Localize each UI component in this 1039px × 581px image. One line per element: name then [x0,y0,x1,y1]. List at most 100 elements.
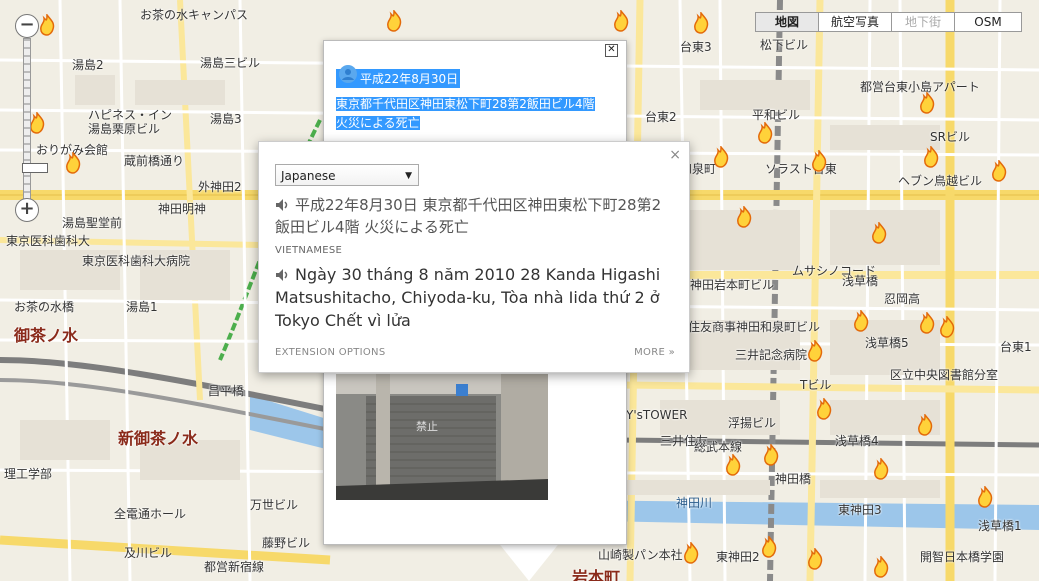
fire-marker-icon[interactable] [64,152,82,174]
extension-options-link[interactable]: EXTENSION OPTIONS [275,347,386,358]
fire-marker-icon[interactable] [852,310,870,332]
fire-marker-icon[interactable] [735,206,753,228]
map-label: 理工学部 [4,467,53,481]
map-label: 及川ビル [124,546,173,560]
user-icon [339,65,357,83]
fire-marker-icon[interactable] [612,10,630,32]
map-type-underground-button[interactable]: 地下街 [891,12,955,32]
source-text-content: 平成22年8月30日 東京都千代田区神田東松下町28第2飯田ビル4階 火災による… [275,196,662,236]
fire-marker-icon[interactable] [990,160,1008,182]
fire-marker-icon[interactable] [806,548,824,570]
fire-marker-icon[interactable] [976,486,994,508]
map-label: 湯島聖堂前 [62,216,123,230]
translate-close-button[interactable]: × [669,147,681,163]
map-label-river: 神田川 [676,496,713,510]
map-label: 浅草橋1 [978,519,1022,533]
map-label-station: 岩本町 [572,568,621,581]
map-label: 忍岡高 [884,292,921,306]
translated-text: Ngày 30 tháng 8 năm 2010 28 Kanda Higash… [275,263,680,332]
map-label: 全電通ホール [114,507,187,521]
map-type-osm-button[interactable]: OSM [954,12,1022,32]
source-language-select[interactable]: Japanese ▼ [275,164,419,186]
fire-marker-icon[interactable] [938,316,956,338]
speaker-icon[interactable] [275,198,291,212]
zoom-in-button[interactable]: + [15,198,39,222]
map-type-map-button[interactable]: 地図 [755,12,819,32]
map-label: 山崎製パン本社 [598,548,683,562]
map-label: 万世ビル [250,498,299,512]
fire-marker-icon[interactable] [815,398,833,420]
map-label-station: 御茶ノ水 [14,326,79,345]
fire-marker-icon[interactable] [810,150,828,172]
map-label: 湯島2 [72,58,104,72]
map-label: 浮揚ビル [728,416,777,430]
fire-marker-icon[interactable] [918,92,936,114]
info-window-tail [497,541,561,581]
building-photo [336,374,548,500]
map-label: 浅草橋5 [865,336,909,350]
map-label: 東京医科歯科大病院 [82,254,191,268]
fire-marker-icon[interactable] [872,458,890,480]
map-label: 神田明神 [158,202,207,216]
map-label: 台東1 [1000,340,1032,354]
map-label: 三井記念病院 [735,348,808,362]
map-label: 藤野ビル [262,536,311,550]
fire-marker-icon[interactable] [872,556,890,578]
fire-marker-icon[interactable] [922,146,940,168]
zoom-slider-handle[interactable] [22,163,48,173]
map-label: 台東2 [645,110,677,124]
fire-marker-icon[interactable] [682,542,700,564]
map-type-aerial-button[interactable]: 航空写真 [818,12,892,32]
map-label: ムサシノコード [792,264,877,278]
translated-text-content: Ngày 30 tháng 8 năm 2010 28 Kanda Higash… [275,265,661,330]
map-label: 開智日本橋学園 [920,550,1005,564]
fire-marker-icon[interactable] [806,340,824,362]
map-label: Y'sTOWER [626,408,688,422]
fire-marker-icon[interactable] [760,536,778,558]
map-label: 東神田2 [716,550,760,564]
fire-marker-icon[interactable] [712,146,730,168]
map-label: 蔵前橋通り [124,154,185,168]
incident-description: 火災による死亡 [336,116,420,130]
speaker-icon[interactable] [275,268,291,282]
more-link[interactable]: MORE » [634,347,675,358]
fire-marker-icon[interactable] [762,444,780,466]
map-label: 浅草橋4 [835,434,879,448]
map-label: 神田橋 [775,472,812,486]
incident-date-text: 平成22年8月30日 [360,72,459,86]
translate-popup: × Japanese ▼ 平成22年8月30日 東京都千代田区神田東松下町28第… [258,141,690,373]
fire-marker-icon[interactable] [870,222,888,244]
fire-marker-icon[interactable] [38,14,56,36]
map-label: 住友商事神田和泉町ビル [688,320,821,334]
map-label: 松下ビル [760,38,809,52]
incident-photo[interactable]: 禁止 [336,374,548,500]
map-label: 平和ビル [752,108,801,122]
map-label: Tビル [800,378,832,392]
map-label: お茶の水キャンパス [140,8,249,22]
zoom-slider-track[interactable] [22,38,48,200]
zoom-control: − + [15,12,48,222]
map-label: 神田岩本町ビル [690,278,775,292]
map-label: 区立中央図書館分室 [890,368,999,382]
fire-marker-icon[interactable] [692,12,710,34]
target-language-label: VIETNAMESE [275,245,343,256]
map-label: 総武本線 [694,440,743,454]
fire-marker-icon[interactable] [918,312,936,334]
fire-marker-icon[interactable] [916,414,934,436]
fire-marker-icon[interactable] [724,454,742,476]
fire-marker-icon[interactable] [385,10,403,32]
fire-marker-icon[interactable] [756,122,774,144]
map-label: 外神田2 [198,180,242,194]
map-label: 湯島三ビル [200,56,261,70]
info-window-close-button[interactable]: ✕ [605,44,618,57]
incident-date: 平成22年8月30日 [336,65,461,88]
map-label: ヘブン鳥越ビル [898,174,983,188]
map-label: 台東3 [680,40,712,54]
map-label: 都営新宿線 [204,560,265,574]
zoom-out-button[interactable]: − [15,14,39,38]
source-text: 平成22年8月30日 東京都千代田区神田東松下町28第2飯田ビル4階 火災による… [275,194,675,238]
photo-sign-text: 禁止 [416,420,438,433]
source-language-value: Japanese [281,169,336,183]
map-label: SRビル [930,130,970,144]
incident-details: 東京都千代田区神田東松下町28第2飯田ビル4階 火災による死亡 [336,95,618,133]
